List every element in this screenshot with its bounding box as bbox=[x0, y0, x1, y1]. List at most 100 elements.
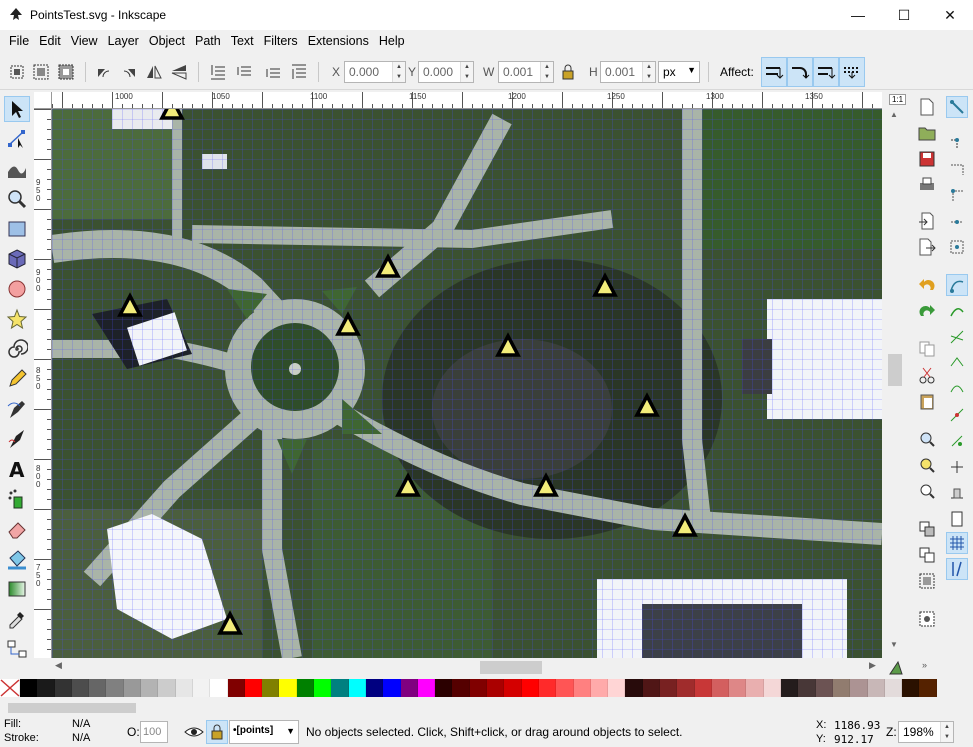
save-button[interactable] bbox=[916, 148, 938, 170]
snap-page-border-button[interactable] bbox=[946, 508, 968, 530]
clone-button[interactable] bbox=[916, 544, 938, 566]
zoom-page-button[interactable] bbox=[916, 480, 938, 502]
menu-help[interactable]: Help bbox=[374, 34, 410, 48]
menu-text[interactable]: Text bbox=[226, 34, 259, 48]
color-swatch[interactable] bbox=[694, 679, 712, 697]
snap-text-baseline-button[interactable] bbox=[946, 482, 968, 504]
color-swatch[interactable] bbox=[383, 679, 401, 697]
y-field[interactable]: ▲▼ bbox=[418, 61, 474, 83]
lock-proportions-button[interactable] bbox=[557, 61, 579, 83]
snap-nodes-button[interactable] bbox=[946, 274, 968, 296]
menu-object[interactable]: Object bbox=[144, 34, 190, 48]
affect-rounded-corners-button[interactable] bbox=[787, 57, 813, 87]
fill-value[interactable]: N/A bbox=[72, 718, 90, 730]
color-swatch[interactable] bbox=[832, 679, 851, 697]
x-field[interactable]: ▲▼ bbox=[344, 61, 406, 83]
color-swatch[interactable] bbox=[210, 679, 228, 697]
menu-extensions[interactable]: Extensions bbox=[303, 34, 374, 48]
flip-horizontal-button[interactable] bbox=[143, 61, 165, 83]
affect-patterns-button[interactable] bbox=[839, 57, 865, 87]
color-swatch[interactable] bbox=[902, 679, 920, 697]
color-swatch[interactable] bbox=[504, 679, 522, 697]
w-spin-arrows[interactable]: ▲ ▼ bbox=[540, 62, 553, 82]
y-spin-arrows[interactable]: ▲ ▼ bbox=[460, 62, 473, 82]
gradient-tool[interactable] bbox=[4, 576, 30, 602]
color-swatch[interactable] bbox=[192, 679, 211, 697]
color-swatch[interactable] bbox=[746, 679, 764, 697]
snap-guides-button[interactable] bbox=[946, 558, 968, 580]
color-swatch[interactable] bbox=[314, 679, 332, 697]
duplicate-button[interactable] bbox=[916, 518, 938, 540]
scroll-down-icon[interactable]: ▼ bbox=[890, 640, 898, 649]
horizontal-scrollbar[interactable]: ◀ ▶ bbox=[52, 658, 882, 676]
color-swatch[interactable] bbox=[20, 679, 38, 697]
color-swatch[interactable] bbox=[487, 679, 505, 697]
zoom-tool[interactable] bbox=[4, 186, 30, 212]
color-swatch[interactable] bbox=[435, 679, 453, 697]
spray-tool[interactable] bbox=[4, 486, 30, 512]
pencil-tool[interactable] bbox=[4, 366, 30, 392]
ellipse-tool[interactable] bbox=[4, 276, 30, 302]
xml-editor-button[interactable] bbox=[916, 608, 938, 630]
color-swatch[interactable] bbox=[919, 679, 937, 697]
horizontal-ruler[interactable]: 1000 1050 1100 1150 1200 1250 1300 1350 bbox=[52, 92, 882, 109]
raise-button[interactable] bbox=[262, 61, 284, 83]
color-swatch[interactable] bbox=[37, 679, 55, 697]
menu-filters[interactable]: Filters bbox=[259, 34, 303, 48]
color-swatch[interactable] bbox=[659, 679, 678, 697]
color-swatch[interactable] bbox=[331, 679, 349, 697]
zoom-drawing-button[interactable] bbox=[916, 454, 938, 476]
color-swatch[interactable] bbox=[71, 679, 90, 697]
scroll-left-icon[interactable]: ◀ bbox=[55, 660, 62, 671]
group-button[interactable] bbox=[916, 570, 938, 592]
color-swatch[interactable] bbox=[850, 679, 868, 697]
cut-button[interactable] bbox=[916, 364, 938, 386]
snap-bbox-center-button[interactable] bbox=[946, 236, 968, 258]
snap-rotation-center-button[interactable] bbox=[946, 456, 968, 478]
color-swatch[interactable] bbox=[763, 679, 782, 697]
invert-selection-button[interactable] bbox=[55, 61, 77, 83]
color-swatch[interactable] bbox=[227, 679, 245, 697]
color-swatch[interactable] bbox=[279, 679, 297, 697]
node-tool[interactable] bbox=[4, 126, 30, 152]
open-button[interactable] bbox=[916, 122, 938, 144]
scroll-up-icon[interactable]: ▲ bbox=[890, 110, 898, 119]
color-swatch[interactable] bbox=[244, 679, 263, 697]
toggle-lock-button[interactable] bbox=[206, 720, 228, 744]
zoom-field[interactable]: ▲▼ bbox=[898, 721, 954, 743]
color-swatch[interactable] bbox=[642, 679, 660, 697]
color-swatch[interactable] bbox=[123, 679, 142, 697]
affect-stroke-width-button[interactable] bbox=[761, 57, 787, 87]
point-marker[interactable] bbox=[159, 109, 185, 120]
color-swatch[interactable] bbox=[521, 679, 539, 697]
w-field[interactable]: ▲▼ bbox=[498, 61, 554, 83]
color-swatch[interactable] bbox=[711, 679, 730, 697]
zoom-spin-arrows[interactable]: ▲ ▼ bbox=[940, 722, 953, 742]
menu-layer[interactable]: Layer bbox=[103, 34, 144, 48]
color-swatch[interactable] bbox=[590, 679, 609, 697]
print-button[interactable] bbox=[916, 174, 938, 196]
menu-path[interactable]: Path bbox=[190, 34, 226, 48]
lower-button[interactable] bbox=[233, 61, 255, 83]
color-swatch[interactable] bbox=[798, 679, 816, 697]
color-swatch[interactable] bbox=[867, 679, 885, 697]
raise-to-top-button[interactable] bbox=[288, 61, 310, 83]
selector-tool[interactable] bbox=[4, 96, 30, 122]
snap-intersection-button[interactable] bbox=[946, 326, 968, 348]
flip-vertical-button[interactable] bbox=[168, 61, 190, 83]
toggle-visibility-button[interactable] bbox=[183, 721, 205, 743]
no-paint-swatch[interactable] bbox=[0, 679, 20, 697]
zoom-1to1-icon[interactable]: 1:1 bbox=[889, 94, 907, 105]
snap-smooth-button[interactable] bbox=[946, 378, 968, 400]
eraser-tool[interactable] bbox=[4, 516, 30, 542]
bucket-tool[interactable] bbox=[4, 546, 30, 572]
lower-to-bottom-button[interactable] bbox=[207, 61, 229, 83]
menu-file[interactable]: File bbox=[4, 34, 34, 48]
unit-select[interactable]: px ▼ bbox=[658, 61, 700, 83]
color-swatch[interactable] bbox=[452, 679, 470, 697]
color-swatch[interactable] bbox=[106, 679, 124, 697]
snap-cusp-button[interactable] bbox=[946, 352, 968, 374]
palette-scrollbar[interactable] bbox=[0, 701, 973, 715]
menu-edit[interactable]: Edit bbox=[34, 34, 66, 48]
color-swatch[interactable] bbox=[815, 679, 833, 697]
